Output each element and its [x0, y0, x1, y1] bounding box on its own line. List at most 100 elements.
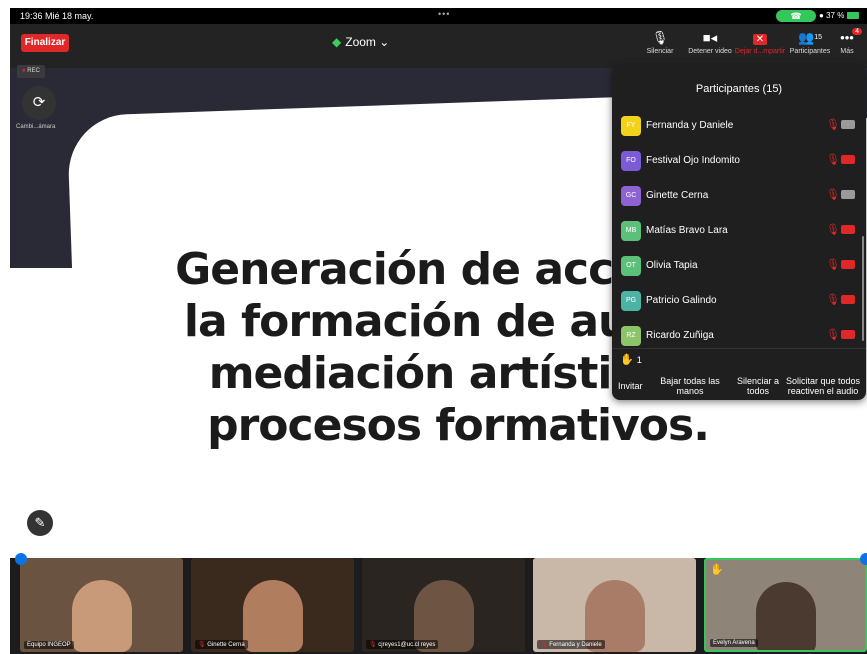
- video-on-icon: [841, 120, 855, 129]
- switch-camera-button[interactable]: ⟳: [22, 86, 56, 120]
- end-meeting-button[interactable]: Finalizar: [21, 34, 69, 52]
- participant-row[interactable]: MB Matías Bravo Lara 🎙: [612, 214, 866, 249]
- app-title: Zoom: [345, 35, 376, 49]
- panel-scrollbar[interactable]: [862, 236, 864, 341]
- video-tile-name: Fernanda y Daniele: [549, 642, 602, 648]
- video-tile-label: 🎙 Ginette Cerna: [195, 640, 248, 649]
- stop-share-button[interactable]: ✕ Dejar d...mpartir: [734, 28, 786, 55]
- switch-camera-label: Cambi...ámara: [16, 124, 56, 130]
- call-indicator-icon[interactable]: ☎: [776, 10, 816, 22]
- more-label: Más: [840, 48, 854, 55]
- mute-all-button[interactable]: Silenciar a todos: [736, 376, 780, 396]
- video-tile-label: Equipo INGEOP: [24, 641, 74, 649]
- video-tile-name: Evelyn Aravena: [713, 640, 755, 646]
- video-tile[interactable]: ✋ Evelyn Aravena: [704, 558, 867, 652]
- video-tile[interactable]: 🎙 Fernanda y Daniele: [533, 558, 696, 652]
- video-icon: ■◂: [702, 30, 718, 45]
- video-tile[interactable]: 🎙 cjreyes1@uc.cl reyes: [362, 558, 525, 652]
- mic-muted-icon: 🎙: [540, 642, 550, 648]
- mute-button[interactable]: 🎙 Silenciar: [634, 28, 686, 55]
- stop-video-button[interactable]: ■◂ Detener video: [684, 28, 736, 55]
- status-bar: 19:36 Mié 18 may. ••• ☎ ● 37 %: [10, 8, 867, 24]
- participant-name: Ginette Cerna: [646, 190, 709, 201]
- video-tile-label: 🎙 cjreyes1@uc.cl reyes: [366, 640, 439, 649]
- ask-all-unmute-button[interactable]: Solicitar que todos reactiven el audio: [782, 376, 864, 396]
- video-tile[interactable]: 🎙 Ginette Cerna: [191, 558, 354, 652]
- video-tile-label: 🎙 Fernanda y Daniele: [537, 640, 605, 649]
- participant-name: Patricio Galindo: [646, 295, 717, 306]
- video-off-icon: [841, 155, 855, 164]
- status-time: 19:36 Mié 18 may.: [20, 11, 94, 21]
- wifi-icon: ●: [819, 11, 824, 20]
- participant-video: [71, 580, 132, 652]
- stop-video-label: Detener video: [688, 48, 732, 55]
- camera-rotate-icon: ⟳: [32, 94, 46, 111]
- raised-hands: ✋ 1: [620, 353, 642, 366]
- participant-video: [242, 580, 303, 652]
- participants-list: FY Fernanda y Daniele 🎙 FO Festival Ojo Indo…: [612, 109, 866, 354]
- mic-muted-icon: 🎙: [826, 259, 840, 271]
- stop-share-label: Dejar d...mpartir: [734, 48, 786, 55]
- rec-label: REC: [27, 68, 40, 74]
- video-tile-name: Ginette Cerna: [207, 642, 245, 648]
- video-off-icon: [841, 260, 855, 269]
- participant-avatar: RZ: [621, 326, 641, 346]
- participant-row[interactable]: FY Fernanda y Daniele 🎙: [612, 109, 866, 144]
- chevron-down-icon: ⌄: [375, 35, 390, 49]
- raised-hands-count: 1: [636, 355, 642, 365]
- shield-icon: ◆: [332, 35, 342, 49]
- strip-toggle-icon[interactable]: [860, 553, 867, 565]
- ipad-screen: 19:36 Mié 18 may. ••• ☎ ● 37 % Finalizar…: [10, 8, 867, 654]
- layout-toggle-icon[interactable]: [15, 553, 27, 565]
- video-tile[interactable]: Equipo INGEOP: [20, 558, 183, 652]
- participant-avatar: GC: [621, 186, 641, 206]
- mic-muted-icon: 🎙: [826, 154, 840, 166]
- stop-share-icon: ✕: [734, 28, 786, 48]
- participant-row[interactable]: OT Olivia Tapia 🎙: [612, 249, 866, 284]
- participant-row[interactable]: GC Ginette Cerna 🎙: [612, 179, 866, 214]
- mic-muted-icon: 🎙: [826, 329, 840, 341]
- annotate-button[interactable]: ✎: [27, 510, 53, 536]
- mute-label: Silenciar: [646, 48, 674, 55]
- participants-panel: Participantes (15) FY Fernanda y Daniele 🎙…: [612, 66, 866, 400]
- battery-status: ● 37 %: [819, 11, 859, 20]
- participants-label: Participantes: [789, 48, 831, 55]
- participant-avatar: FY: [621, 116, 641, 136]
- invite-button[interactable]: Invitar: [618, 381, 643, 391]
- participant-name: Olivia Tapia: [646, 260, 698, 271]
- video-tile-name: cjreyes1@uc.cl reyes: [378, 642, 436, 648]
- mic-muted-icon: 🎙: [198, 642, 208, 648]
- raised-hand-icon: ✋: [710, 564, 724, 576]
- raised-hand-icon: ✋: [620, 354, 634, 366]
- participant-name: Ricardo Zuñiga: [646, 330, 714, 341]
- video-off-icon: [841, 295, 855, 304]
- participant-name: Fernanda y Daniele: [646, 120, 734, 131]
- video-tile-name: Equipo INGEOP: [27, 642, 71, 648]
- divider: [612, 348, 866, 349]
- meeting-title-dropdown[interactable]: ◆ Zoom ⌄: [332, 35, 389, 49]
- video-tile-label: Evelyn Aravena: [710, 639, 758, 647]
- panel-title: Participantes (15): [695, 83, 783, 95]
- participant-name: Matías Bravo Lara: [646, 225, 728, 236]
- more-badge: 4: [852, 28, 862, 35]
- mic-muted-icon: 🎙: [826, 224, 840, 236]
- panel-actions: Invitar Bajar todas las manos Silenciar …: [612, 374, 866, 400]
- participant-row[interactable]: FO Festival Ojo Indomito 🎙: [612, 144, 866, 179]
- recording-badge: ● REC: [17, 65, 45, 78]
- mic-icon: 🎙: [651, 30, 669, 45]
- participant-row[interactable]: PG Patricio Galindo 🎙: [612, 284, 866, 319]
- mic-muted-icon: 🎙: [826, 189, 840, 201]
- participant-avatar: PG: [621, 291, 641, 311]
- participant-avatar: OT: [621, 256, 641, 276]
- participant-avatar: MB: [621, 221, 641, 241]
- lower-all-hands-button[interactable]: Bajar todas las manos: [658, 376, 722, 396]
- slide-line: procesos formativos.: [207, 400, 710, 451]
- video-strip: Equipo INGEOP 🎙 Ginette Cerna 🎙 cjreyes1@u…: [10, 558, 867, 654]
- participant-name: Festival Ojo Indomito: [646, 155, 740, 166]
- mic-muted-icon: 🎙: [826, 294, 840, 306]
- video-off-icon: [841, 225, 855, 234]
- multitask-dots[interactable]: •••: [438, 9, 450, 19]
- participant-avatar: FO: [621, 151, 641, 171]
- more-button[interactable]: 4 ••• Más: [828, 28, 866, 55]
- mic-muted-icon: 🎙: [369, 642, 379, 648]
